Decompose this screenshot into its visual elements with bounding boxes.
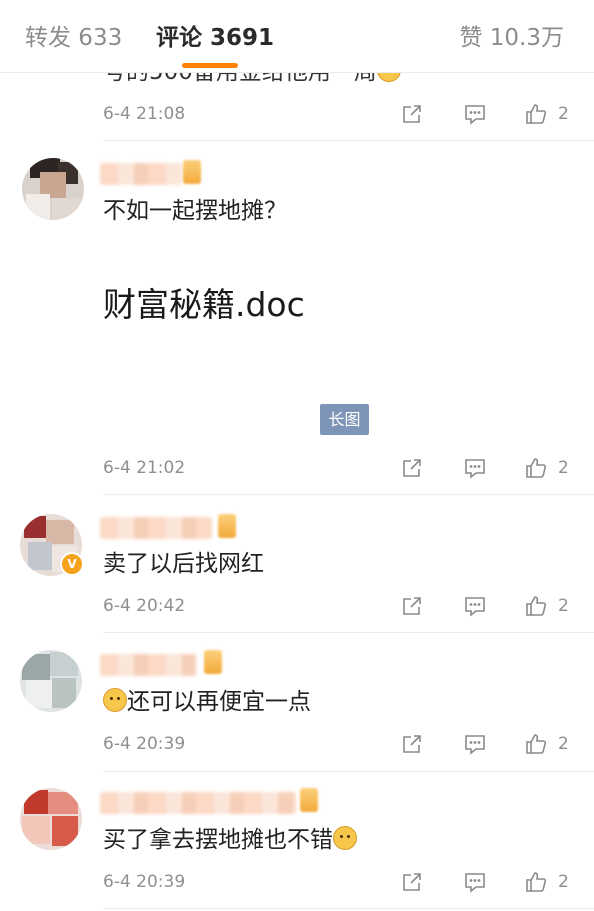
comment-divider [103,494,594,495]
active-tab-indicator [182,63,238,68]
thumbs-up-icon[interactable] [524,732,548,756]
doge-emoji-icon [103,688,127,712]
like-count: 2 [558,872,569,892]
comment-bubble-icon[interactable] [463,870,487,894]
share-out-icon[interactable] [400,732,424,756]
user-avatar[interactable] [22,158,84,220]
doge-emoji-icon [333,826,357,850]
comment-divider [103,140,594,141]
comment-meta: 6-4 20:39 2 [0,868,594,896]
thumbs-up-icon[interactable] [524,594,548,618]
comment-divider [103,908,594,909]
medal-icon [218,514,236,538]
comment-meta: 6-4 20:39 2 [0,730,594,758]
comment-time: 6-4 20:39 [103,872,186,892]
comment-text: 买了拿去摆地摊也不错 [103,824,357,856]
comment-divider [103,771,594,772]
comment-time: 6-4 20:42 [103,596,186,616]
like-count: 2 [558,596,569,616]
tab-reposts[interactable]: 转发 633 [25,22,122,54]
username-blurred[interactable] [100,163,182,185]
comment-time: 6-4 21:08 [103,104,186,124]
thumbs-up-icon[interactable] [524,102,548,126]
tab-likes[interactable]: 赞 10.3万 [459,22,564,54]
user-avatar[interactable] [20,650,82,712]
medal-icon [204,650,222,674]
comment-text: 还可以再便宜一点 [103,686,311,718]
comment-tabbar: 转发 633 评论 3691 赞 10.3万 [0,0,594,73]
attachment-title[interactable]: 财富秘籍.doc [103,283,305,327]
medal-icon [183,160,201,184]
long-image-badge[interactable]: 长图 [320,404,369,435]
comment-divider [103,632,594,633]
username-blurred[interactable] [100,517,212,539]
comment-bubble-icon[interactable] [463,456,487,480]
medal-icon [300,788,318,812]
username-blurred[interactable] [100,792,296,814]
like-count: 2 [558,104,569,124]
verified-badge-icon: V [60,552,84,576]
username-blurred[interactable] [100,654,196,676]
comment-meta: 6-4 21:08 2 [0,100,594,128]
share-out-icon[interactable] [400,870,424,894]
comment-time: 6-4 21:02 [103,458,186,478]
like-count: 2 [558,458,569,478]
share-out-icon[interactable] [400,456,424,480]
thumbs-up-icon[interactable] [524,456,548,480]
comment-meta: 6-4 21:02 2 [0,454,594,482]
comment-text: 卖了以后找网红 [103,551,264,577]
comment-meta: 6-4 20:42 2 [0,592,594,620]
share-out-icon[interactable] [400,594,424,618]
comment-text: 不如一起摆地摊？ [103,198,287,224]
thumbs-up-icon[interactable] [524,870,548,894]
user-avatar[interactable] [20,788,82,850]
tab-comments[interactable]: 评论 3691 [156,22,274,54]
comment-time: 6-4 20:39 [103,734,186,754]
comment-bubble-icon[interactable] [463,594,487,618]
share-out-icon[interactable] [400,102,424,126]
comment-bubble-icon[interactable] [463,732,487,756]
like-count: 2 [558,734,569,754]
comment-bubble-icon[interactable] [463,102,487,126]
